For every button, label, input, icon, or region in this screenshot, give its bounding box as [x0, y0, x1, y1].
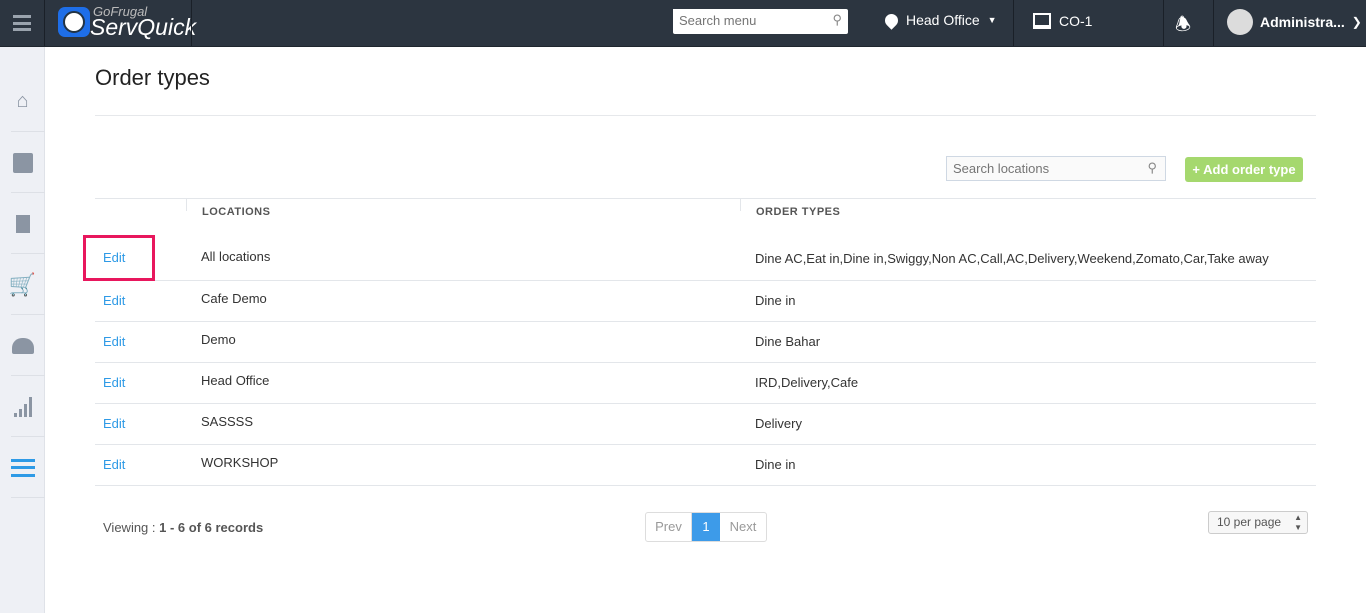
per-page-select[interactable]: 10 per page ▲ ▼ — [1208, 511, 1308, 534]
chevron-down-icon: ❯ — [1351, 15, 1362, 29]
sidebar-item-sales[interactable]: 🛒 — [0, 254, 45, 315]
hand-truck-icon — [15, 214, 30, 233]
table-row: Edit SASSSS Delivery — [95, 404, 1316, 445]
viewing-prefix: Viewing : — [103, 520, 160, 535]
menu-icon[interactable] — [13, 15, 31, 31]
top-bar: GoFrugal ServQuick ⚲ Head Office ▼ CO-1 … — [0, 0, 1366, 47]
table-header: LOCATIONS ORDER TYPES — [95, 198, 1316, 235]
newspaper-icon — [12, 152, 33, 173]
brand-name: ServQuick — [90, 14, 197, 40]
edit-link[interactable]: Edit — [103, 457, 125, 472]
location-cell: Head Office — [201, 373, 270, 388]
divider — [95, 115, 1316, 116]
table-row: Edit All locations Dine AC,Eat in,Dine i… — [95, 235, 1316, 281]
column-header-locations[interactable]: LOCATIONS — [202, 206, 270, 218]
cart-icon: 🛒 — [8, 271, 37, 297]
next-button[interactable]: Next — [720, 513, 766, 541]
table-row: Edit Head Office IRD,Delivery,Cafe — [95, 363, 1316, 404]
edit-link[interactable]: Edit — [103, 293, 125, 308]
sidebar-item-inventory[interactable] — [0, 193, 45, 254]
location-pin-icon — [882, 10, 901, 30]
page-title: Order types — [95, 65, 210, 90]
order-types-cell: Dine in — [755, 293, 796, 308]
home-icon: ⌂ — [16, 90, 29, 112]
bar-chart-icon — [13, 396, 32, 417]
user-name: Administra... — [1260, 14, 1345, 30]
order-types-cell: Dine Bahar — [755, 334, 821, 349]
column-header-order-types[interactable]: ORDER TYPES — [756, 206, 840, 218]
sliders-icon — [10, 458, 35, 477]
food-icon — [11, 337, 34, 354]
search-locations[interactable]: ⚲ — [946, 156, 1166, 181]
sidebar-item-menu[interactable] — [0, 315, 45, 376]
viewing-range: 1 - 6 of 6 records — [159, 520, 264, 535]
table-row: Edit Demo Dine Bahar — [95, 322, 1316, 363]
table-row: Edit WORKSHOP Dine in — [95, 445, 1316, 486]
sidebar-item-home[interactable]: ⌂ — [0, 71, 45, 132]
edit-link[interactable]: Edit — [103, 334, 125, 349]
order-types-cell: Dine AC,Eat in,Dine in,Swiggy,Non AC,Cal… — [755, 251, 1269, 266]
highlight-box — [83, 235, 155, 281]
location-selector[interactable]: Head Office ▼ — [882, 10, 997, 30]
prev-button[interactable]: Prev — [646, 513, 692, 541]
search-icon[interactable]: ⚲ — [1147, 160, 1157, 176]
page-1-button[interactable]: 1 — [692, 513, 720, 541]
location-label: Head Office — [906, 12, 980, 28]
counter-label: CO-1 — [1059, 13, 1093, 29]
search-menu-input[interactable] — [673, 9, 818, 32]
avatar — [1227, 9, 1253, 35]
search-locations-input[interactable] — [947, 157, 1137, 180]
counter-selector[interactable]: CO-1 — [1033, 13, 1092, 29]
table-row: Edit Cafe Demo Dine in — [95, 281, 1316, 322]
per-page-value: 10 per page — [1217, 515, 1282, 529]
computer-icon — [1033, 13, 1051, 29]
bell-icon[interactable]: 🕭 — [1175, 12, 1191, 42]
logo-icon — [58, 7, 90, 37]
edit-link[interactable]: Edit — [103, 416, 125, 431]
sidebar-item-settings[interactable] — [0, 437, 45, 498]
user-menu[interactable]: Administra... ❯ — [1227, 9, 1362, 35]
select-arrows-icon: ▲ ▼ — [1294, 513, 1302, 532]
viewing-status: Viewing : 1 - 6 of 6 records — [103, 520, 263, 535]
sidebar-item-reports[interactable] — [0, 376, 45, 437]
search-icon[interactable]: ⚲ — [832, 12, 842, 28]
order-types-cell: Dine in — [755, 457, 796, 472]
location-cell: WORKSHOP — [201, 455, 279, 470]
location-cell: SASSSS — [201, 414, 254, 429]
location-cell: Cafe Demo — [201, 291, 267, 306]
order-types-cell: Delivery — [755, 416, 802, 431]
pagination: Prev 1 Next — [645, 512, 767, 542]
order-types-cell: IRD,Delivery,Cafe — [755, 375, 859, 390]
location-cell: Demo — [201, 332, 236, 347]
sidebar-item-catalog[interactable] — [0, 132, 45, 193]
caret-down-icon: ▼ — [987, 15, 997, 25]
add-order-type-button[interactable]: + Add order type — [1185, 157, 1303, 182]
edit-link[interactable]: Edit — [103, 375, 125, 390]
search-menu[interactable]: ⚲ — [673, 9, 848, 34]
location-cell: All locations — [201, 249, 271, 264]
sidebar: ⌂ 🛒 — [0, 47, 45, 613]
